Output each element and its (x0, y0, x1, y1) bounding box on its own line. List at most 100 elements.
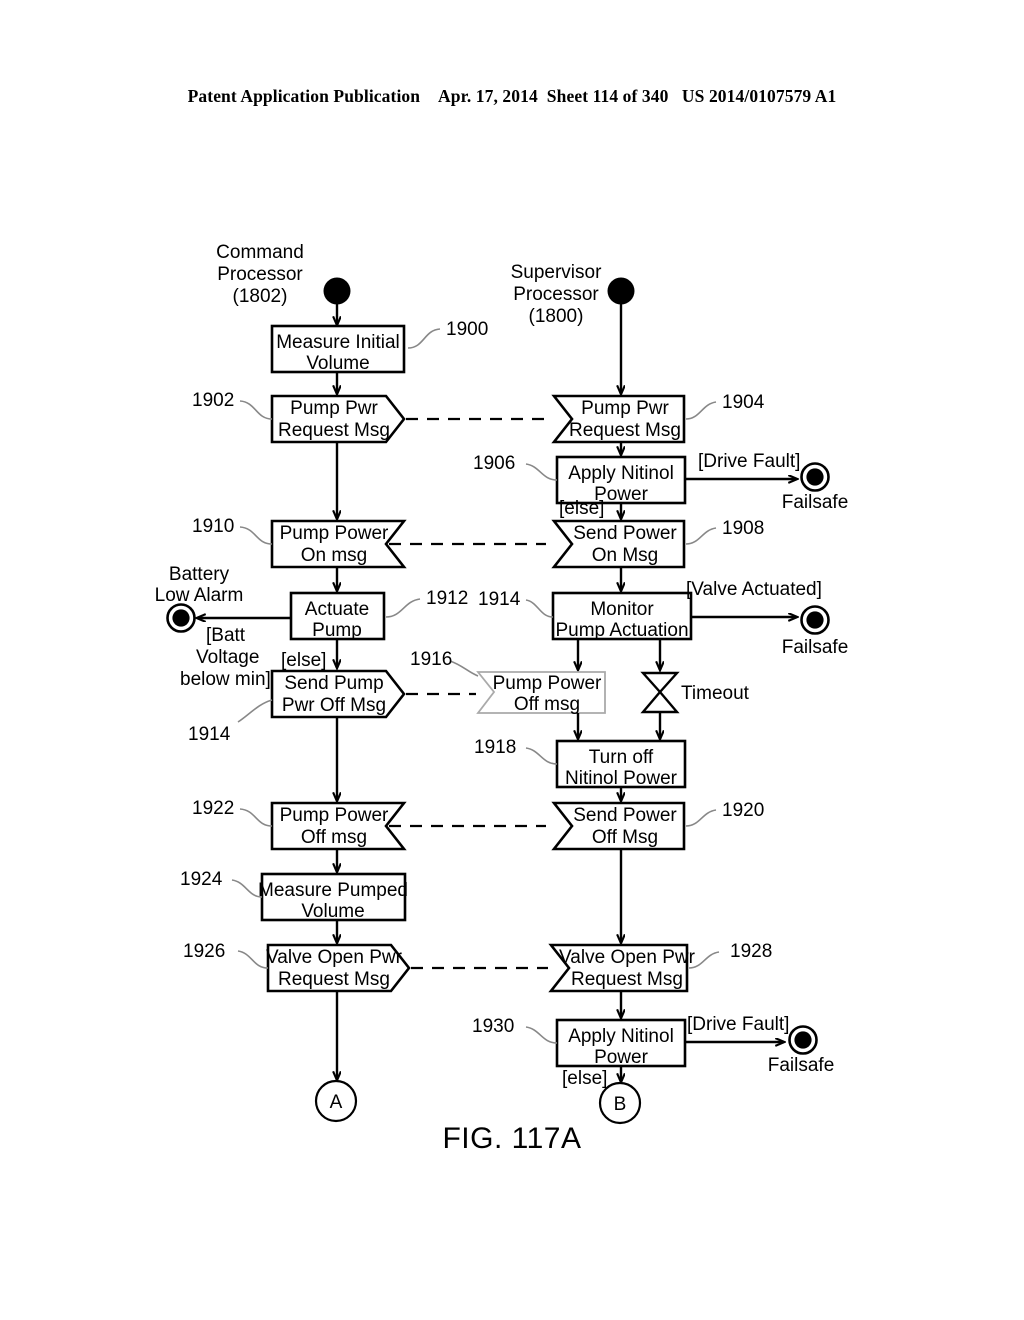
node-1914l-line2: Pwr Off Msg (282, 695, 386, 716)
node-1924-line1: Measure Pumped (258, 880, 408, 901)
node-1912: Actuate Pump (289, 591, 386, 641)
node-1904: Pump Pwr Request Msg (551, 394, 686, 444)
guard-else-1906: [else] (559, 498, 604, 519)
failsafe-3-label: Failsafe (768, 1055, 835, 1076)
leader-1912 (385, 598, 421, 618)
node-1928: Valve Open Pwr Request Msg (548, 943, 696, 993)
node-1926-line1: Valve Open Pwr (266, 947, 403, 968)
node-1918-line2: Nitinol Power (565, 768, 678, 789)
figure-caption: FIG. 117A (442, 1122, 582, 1155)
node-1922-line2: Off msg (301, 827, 367, 848)
ref-1904: 1904 (722, 392, 765, 413)
node-1912-line1: Actuate (305, 599, 369, 620)
node-1914r-line2: Pump Actuation (555, 620, 688, 641)
guard-timeout-label: Timeout (681, 683, 750, 704)
node-1902: Pump Pwr Request Msg (270, 394, 406, 444)
guard-batt-line2: Voltage (196, 647, 259, 668)
ref-1924: 1924 (180, 869, 223, 890)
node-1924: Measure Pumped Volume (258, 872, 408, 922)
node-1914-right: Monitor Pump Actuation (551, 591, 693, 641)
leader-1920 (685, 809, 717, 827)
connector-b-label: B (614, 1094, 627, 1115)
end-node-failsafe-1 (800, 462, 830, 492)
node-1900: Measure Initial Volume (270, 324, 406, 374)
node-1918-line1: Turn off (589, 747, 654, 768)
node-1930-line1: Apply Nitinol (568, 1026, 674, 1047)
command-title-line1: Command (216, 242, 304, 263)
timeout-hourglass-icon (640, 671, 680, 714)
guard-drive-fault-bottom: [Drive Fault] (687, 1014, 789, 1035)
ref-1912: 1912 (426, 588, 468, 609)
leader-1926 (237, 950, 269, 969)
start-node-supervisor (607, 277, 635, 305)
ref-1900: 1900 (446, 319, 488, 340)
node-1916: Pump Power Off msg (476, 671, 606, 715)
ref-1928: 1928 (730, 941, 772, 962)
node-1914-left: Send Pump Pwr Off Msg (270, 669, 406, 719)
ref-1922: 1922 (192, 798, 234, 819)
node-1900-line1: Measure Initial (276, 332, 400, 353)
node-1930-line2: Power (594, 1047, 649, 1068)
node-1916-line1: Pump Power (493, 673, 602, 694)
leader-1910 (239, 526, 273, 545)
node-1902-line1: Pump Pwr (290, 398, 378, 419)
start-node-command (323, 277, 351, 305)
leader-1908 (685, 527, 717, 545)
leader-1914-left (237, 699, 273, 723)
connector-a: A (314, 1079, 358, 1123)
node-1908-line1: Send Power (573, 523, 677, 544)
guard-batt-line1: [Batt (206, 625, 246, 646)
ref-1908: 1908 (722, 518, 764, 539)
leader-1930 (525, 1026, 558, 1044)
node-1922: Pump Power Off msg (270, 801, 407, 851)
node-1902-line2: Request Msg (278, 420, 390, 441)
node-1908: Send Power On Msg (551, 519, 686, 569)
supervisor-title-line3: (1800) (529, 306, 584, 327)
end-node-failsafe-2 (800, 605, 830, 635)
node-1908-line2: On Msg (592, 545, 659, 566)
supervisor-title-line1: Supervisor (511, 262, 602, 283)
guard-else-1912: [else] (281, 650, 326, 671)
leader-1904 (685, 401, 717, 420)
ref-1918: 1918 (474, 737, 516, 758)
ref-1930: 1930 (472, 1016, 514, 1037)
leader-1916 (449, 660, 479, 677)
node-1928-line1: Valve Open Pwr (559, 947, 696, 968)
node-1924-line2: Volume (301, 901, 364, 922)
node-1910: Pump Power On msg (270, 519, 407, 569)
ref-1906: 1906 (473, 453, 515, 474)
node-1926-line2: Request Msg (278, 969, 390, 990)
node-1916-line2: Off msg (514, 694, 580, 715)
node-1920: Send Power Off Msg (551, 801, 686, 851)
leader-1918 (525, 747, 558, 765)
node-1906-line1: Apply Nitinol (568, 463, 674, 484)
node-1914l-line1: Send Pump (284, 673, 383, 694)
node-1926: Valve Open Pwr Request Msg (266, 943, 411, 993)
connector-a-label: A (330, 1092, 343, 1113)
node-1930: Apply Nitinol Power (555, 1018, 687, 1068)
ref-1914-right: 1914 (478, 589, 521, 610)
node-1904-line2: Request Msg (569, 420, 681, 441)
ref-1920: 1920 (722, 800, 764, 821)
connector-b: B (598, 1081, 642, 1125)
supervisor-title-line2: Processor (513, 284, 599, 305)
node-1900-line2: Volume (306, 353, 369, 374)
end-node-battery-alarm (166, 603, 196, 633)
node-1920-line2: Off Msg (592, 827, 658, 848)
leader-1914-right (525, 599, 554, 618)
leader-1902 (239, 400, 273, 420)
swimlane-title-command: Command Processor (1802) (216, 242, 304, 307)
command-title-line3: (1802) (233, 286, 288, 307)
node-1912-line2: Pump (312, 620, 362, 641)
node-1910-line1: Pump Power (280, 523, 389, 544)
ref-1902: 1902 (192, 390, 234, 411)
command-title-line2: Processor (217, 264, 303, 285)
guard-valve-actuated: [Valve Actuated] (686, 579, 822, 600)
guard-drive-fault-top: [Drive Fault] (698, 451, 800, 472)
ref-1914-left: 1914 (188, 724, 231, 745)
node-1920-line1: Send Power (573, 805, 677, 826)
node-1914r-line1: Monitor (590, 599, 654, 620)
ref-1910: 1910 (192, 516, 234, 537)
end-node-failsafe-3 (788, 1025, 818, 1055)
battery-alarm-label-line1: Battery (169, 564, 230, 585)
